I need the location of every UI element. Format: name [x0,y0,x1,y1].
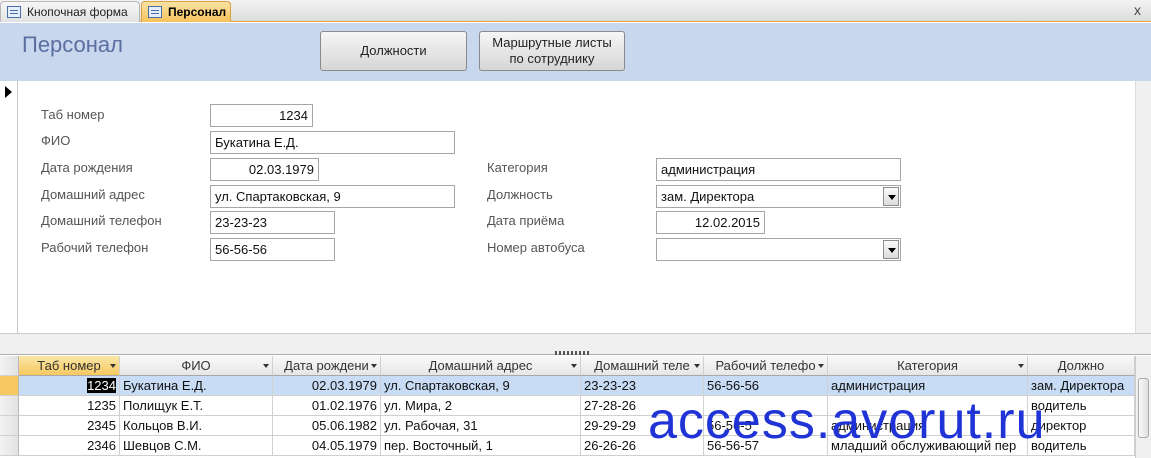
cell-value: 1234 [87,378,116,393]
column-header-label: Домашний адрес [428,358,533,373]
route-sheets-button[interactable]: Маршрутные листы по сотруднику [479,31,625,71]
label-bus-number: Номер автобуса [487,240,585,255]
label-work-phone: Рабочий телефон [41,240,149,255]
datasheet-header-row: Таб номер ФИО Дата рождени Домашний адре… [0,356,1135,376]
chevron-down-icon[interactable] [571,364,577,368]
form-icon [7,6,21,18]
column-header-label: ФИО [181,358,211,373]
row-selector[interactable] [0,376,19,396]
label-home-address: Домашний адрес [41,187,145,202]
cell-address[interactable]: пер. Восточный, 1 [381,436,581,456]
position-value: зам. Директора [661,189,755,204]
label-fio: ФИО [41,133,71,148]
cell-birth-date[interactable]: 02.03.1979 [273,376,381,396]
column-header-address[interactable]: Домашний адрес [381,356,581,376]
cell-address[interactable]: ул. Мира, 2 [381,396,581,416]
label-tab-number: Таб номер [41,107,105,122]
form-header: Персонал Должности Маршрутные листы по с… [0,23,1151,81]
column-header-label: Дата рождени [284,358,369,373]
chevron-down-icon[interactable] [371,364,377,368]
column-header-label: Должно [1057,358,1105,373]
fio-field[interactable]: Букатина Е.Д. [210,131,455,154]
cell-birth-date[interactable]: 05.06.1982 [273,416,381,436]
page-title: Персонал [22,32,123,57]
label-hire-date: Дата приёма [487,213,565,228]
cell-fio[interactable]: Шевцов С.М. [120,436,273,456]
row-selector[interactable] [0,416,19,436]
bus-number-combobox[interactable] [656,238,901,261]
chevron-down-icon[interactable] [1018,364,1024,368]
column-header-birth-date[interactable]: Дата рождени [273,356,381,376]
birth-date-field[interactable]: 02.03.1979 [210,158,319,181]
home-phone-field[interactable]: 23-23-23 [210,211,335,234]
tab-number-field[interactable]: 1234 [210,104,313,127]
position-combobox[interactable]: зам. Директора [656,185,901,208]
chevron-down-icon[interactable] [263,364,269,368]
column-header-label: Рабочий телефо [715,358,816,373]
chevron-down-icon[interactable] [883,187,899,206]
close-icon[interactable]: x [1134,2,1141,18]
current-record-icon [5,86,12,98]
record-selector[interactable] [0,81,18,334]
tab-personnel[interactable]: Персонал [141,1,231,22]
column-header-work-phone[interactable]: Рабочий телефо [704,356,828,376]
form-scrollbar[interactable] [1135,81,1151,334]
cell-tab-number[interactable]: 1234 [19,376,120,396]
cell-fio[interactable]: Полищук Е.Т. [120,396,273,416]
column-header-tab-number[interactable]: Таб номер [19,356,120,376]
label-category: Категория [487,160,548,175]
column-header-label: Таб номер [37,358,101,373]
cell-birth-date[interactable]: 04.05.1979 [273,436,381,456]
column-header-label: Категория [897,358,958,373]
chevron-down-icon[interactable] [110,364,116,368]
label-birth-date: Дата рождения [41,160,133,175]
category-field[interactable]: администрация [656,158,901,181]
row-selector[interactable] [0,436,19,456]
scrollbar-thumb[interactable] [1138,378,1149,438]
column-header-home-phone[interactable]: Домашний теле [581,356,704,376]
column-header-fio[interactable]: ФИО [120,356,273,376]
datasheet-scrollbar[interactable] [1135,356,1151,458]
form-icon [148,6,162,18]
work-phone-field[interactable]: 56-56-56 [210,238,335,261]
route-sheets-button-label: Маршрутные листы по сотруднику [492,35,612,66]
label-position: Должность [487,187,553,202]
tab-label: Персонал [168,5,227,19]
hire-date-field[interactable]: 12.02.2015 [656,211,765,234]
cell-tab-number[interactable]: 1235 [19,396,120,416]
row-selector[interactable] [0,396,19,416]
tab-switchboard[interactable]: Кнопочная форма [0,1,140,22]
cell-tab-number[interactable]: 2345 [19,416,120,436]
select-all-corner[interactable] [0,356,19,376]
cell-fio[interactable]: Кольцов В.И. [120,416,273,436]
splitter-grip-icon[interactable] [555,351,591,355]
chevron-down-icon[interactable] [883,240,899,259]
tab-label: Кнопочная форма [27,5,128,19]
split-form-divider[interactable] [0,333,1151,355]
cell-address[interactable]: ул. Рабочая, 31 [381,416,581,436]
cell-tab-number[interactable]: 2346 [19,436,120,456]
document-tab-strip: Кнопочная форма Персонал x [0,0,1151,22]
chevron-down-icon[interactable] [694,364,700,368]
positions-button-label: Должности [360,43,427,58]
column-header-position[interactable]: Должно [1028,356,1135,376]
column-header-label: Домашний теле [594,358,690,373]
chevron-down-icon[interactable] [818,364,824,368]
cell-address[interactable]: ул. Спартаковская, 9 [381,376,581,396]
cell-birth-date[interactable]: 01.02.1976 [273,396,381,416]
label-home-phone: Домашний телефон [41,213,162,228]
cell-fio[interactable]: Букатина Е.Д. [120,376,273,396]
column-header-category[interactable]: Категория [828,356,1028,376]
home-address-field[interactable]: ул. Спартаковская, 9 [210,185,455,208]
watermark-text: access.avorut.ru [648,392,1046,450]
positions-button[interactable]: Должности [320,31,467,71]
